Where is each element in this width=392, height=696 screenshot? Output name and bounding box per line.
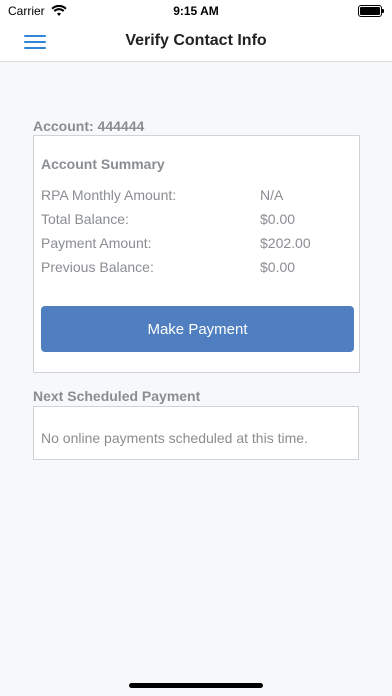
summary-row-total-balance: Total Balance: $0.00 — [41, 211, 351, 231]
status-time: 9:15 AM — [173, 4, 219, 18]
home-indicator[interactable] — [129, 683, 263, 688]
account-summary-card: Account Summary RPA Monthly Amount: N/A … — [33, 135, 360, 373]
summary-row-value: N/A — [260, 187, 284, 203]
battery-icon — [358, 5, 384, 17]
summary-row-label: Previous Balance: — [41, 259, 154, 275]
summary-row-rpa-monthly: RPA Monthly Amount: N/A — [41, 187, 351, 207]
battery-cap — [382, 9, 384, 13]
summary-row-value: $202.00 — [260, 235, 311, 251]
navigation-bar: Verify Contact Info — [0, 22, 392, 62]
make-payment-button[interactable]: Make Payment — [41, 306, 354, 352]
account-summary-title: Account Summary — [41, 156, 165, 172]
summary-row-label: Total Balance: — [41, 211, 129, 227]
summary-row-label: Payment Amount: — [41, 235, 152, 251]
summary-row-previous-balance: Previous Balance: $0.00 — [41, 259, 351, 279]
summary-row-payment-amount: Payment Amount: $202.00 — [41, 235, 351, 255]
page-title: Verify Contact Info — [125, 32, 267, 49]
summary-row-value: $0.00 — [260, 211, 296, 227]
no-payments-message: No online payments scheduled at this tim… — [41, 430, 308, 446]
screen: Carrier 9:15 AM Verify Contact Info Acco… — [0, 0, 392, 696]
battery-level — [360, 7, 380, 15]
next-scheduled-payment-title: Next Scheduled Payment — [33, 388, 201, 404]
status-bar: Carrier 9:15 AM — [0, 0, 392, 22]
account-number-label: Account: 444444 — [33, 118, 145, 134]
summary-row-value: $0.00 — [260, 259, 296, 275]
next-scheduled-payment-card: No online payments scheduled at this tim… — [33, 406, 359, 460]
summary-row-label: RPA Monthly Amount: — [41, 187, 177, 203]
